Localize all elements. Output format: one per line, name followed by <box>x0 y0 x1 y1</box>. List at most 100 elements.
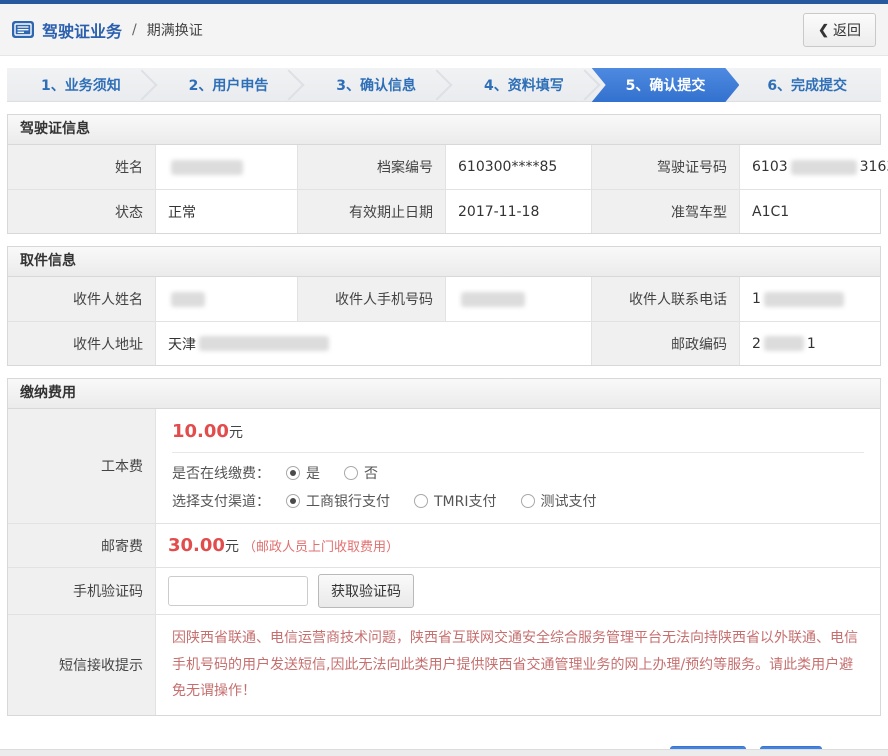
license-no-suffix: 3163X <box>860 159 888 175</box>
channel-test-option[interactable]: 测试支付 <box>521 491 597 511</box>
channel-icbc-label: 工商银行支付 <box>306 491 390 511</box>
pickup-row-1: 收件人姓名 收件人手机号码 收件人联系电话 1 <box>8 277 880 321</box>
online-payment-question: 是否在线缴费： 是 否 <box>172 463 864 483</box>
bottom-scrollbar-strip <box>0 749 888 756</box>
sms-tip-row: 短信接收提示 因陕西省联通、电信运营商技术问题，陕西省互联网交通安全综合服务管理… <box>8 614 880 715</box>
fee-divider <box>172 452 864 453</box>
breadcrumb-separator: / <box>132 22 137 38</box>
work-fee-content: 10.00元 是否在线缴费： 是 否 选择支付渠道： <box>156 409 880 523</box>
recipient-address-prefix: 天津 <box>168 334 196 354</box>
channel-tmri-option[interactable]: TMRI支付 <box>414 491 497 511</box>
name-value <box>156 145 298 189</box>
license-no-label: 驾驶证号码 <box>592 145 740 189</box>
back-button-label: 返回 <box>833 20 861 40</box>
work-fee-unit: 元 <box>229 425 243 441</box>
radio-unchecked-icon[interactable] <box>344 466 358 480</box>
vehicle-class-value: A1C1 <box>740 189 880 233</box>
sms-tip-text: 因陕西省联通、电信运营商技术问题，陕西省互联网交通安全综合服务管理平台无法向持陕… <box>156 614 880 715</box>
expiry-label: 有效期止日期 <box>298 189 446 233</box>
step-1-business-notice[interactable]: 1、业务须知 <box>7 68 155 102</box>
postcode-value: 21 <box>740 321 880 365</box>
payment-channel-question: 选择支付渠道： 工商银行支付 TMRI支付 测试支付 <box>172 491 864 511</box>
channel-test-label: 测试支付 <box>541 491 597 511</box>
back-button[interactable]: ❮ 返回 <box>803 13 876 47</box>
step-label: 2、用户申告 <box>189 75 269 95</box>
post-fee-label: 邮寄费 <box>8 523 156 567</box>
vehicle-class-label: 准驾车型 <box>592 189 740 233</box>
sms-code-input[interactable] <box>168 576 308 606</box>
redacted-name <box>171 160 243 175</box>
sms-code-content: 获取验证码 <box>156 567 880 614</box>
postcode-prefix: 2 <box>752 336 761 352</box>
license-no-prefix: 6103 <box>752 159 788 175</box>
work-fee-amount-line: 10.00元 <box>172 421 864 442</box>
step-2-user-declaration[interactable]: 2、用户申告 <box>155 68 303 102</box>
post-fee-amount: 30.00 <box>168 535 225 556</box>
license-row-1: 姓名 档案编号 610300****85 驾驶证号码 61033163X <box>8 145 880 189</box>
fees-section-title: 缴纳费用 <box>8 379 880 409</box>
postcode-suffix: 1 <box>807 336 816 352</box>
fees-section: 缴纳费用 工本费 10.00元 是否在线缴费： 是 否 <box>7 378 881 716</box>
step-3-confirm-info[interactable]: 3、确认信息 <box>302 68 450 102</box>
back-chevron-icon: ❮ <box>818 22 829 38</box>
work-fee-label: 工本费 <box>8 409 156 523</box>
get-code-button[interactable]: 获取验证码 <box>318 574 414 608</box>
pickup-row-2: 收件人地址 天津 邮政编码 21 <box>8 321 880 365</box>
radio-checked-icon[interactable] <box>286 494 300 508</box>
step-6-complete-submit[interactable]: 6、完成提交 <box>733 68 881 102</box>
status-value: 正常 <box>156 189 298 233</box>
file-no-value: 610300****85 <box>446 145 592 189</box>
recipient-address-label: 收件人地址 <box>8 321 156 365</box>
post-fee-note: （邮政人员上门收取费用） <box>243 536 399 555</box>
radio-unchecked-icon[interactable] <box>521 494 535 508</box>
online-no-label: 否 <box>364 463 378 483</box>
pickup-section-title: 取件信息 <box>8 247 880 277</box>
step-label: 1、业务须知 <box>41 75 121 95</box>
sms-tip-label: 短信接收提示 <box>8 614 156 715</box>
step-wizard: 1、业务须知 2、用户申告 3、确认信息 4、资料填写 5、确认提交 6、完成提… <box>7 68 881 102</box>
license-info-section: 驾驶证信息 姓名 档案编号 610300****85 驾驶证号码 6103316… <box>7 114 881 234</box>
recipient-phone-label: 收件人联系电话 <box>592 277 740 321</box>
breadcrumb: 驾驶证业务 / 期满换证 <box>12 18 803 42</box>
radio-unchecked-icon[interactable] <box>414 494 428 508</box>
license-section-title: 驾驶证信息 <box>8 115 880 145</box>
post-fee-row: 邮寄费 30.00元 （邮政人员上门收取费用） <box>8 523 880 567</box>
online-yes-label: 是 <box>306 463 320 483</box>
post-fee-unit: 元 <box>225 536 239 556</box>
recipient-mobile-label: 收件人手机号码 <box>298 277 446 321</box>
redacted-recipient-name <box>171 292 205 307</box>
recipient-phone-value: 1 <box>740 277 880 321</box>
sms-code-row: 手机验证码 获取验证码 <box>8 567 880 614</box>
postcode-label: 邮政编码 <box>592 321 740 365</box>
name-label: 姓名 <box>8 145 156 189</box>
page: 驾驶证业务 / 期满换证 ❮ 返回 1、业务须知 2、用户申告 3、确认信息 4… <box>0 0 888 756</box>
redacted-license-no <box>791 160 857 175</box>
recipient-address-value: 天津 <box>156 321 592 365</box>
header: 驾驶证业务 / 期满换证 ❮ 返回 <box>0 4 888 56</box>
license-card-icon <box>12 21 34 38</box>
license-row-2: 状态 正常 有效期止日期 2017-11-18 准驾车型 A1C1 <box>8 189 880 233</box>
online-yes-option[interactable]: 是 <box>286 463 320 483</box>
step-4-fill-data[interactable]: 4、资料填写 <box>450 68 598 102</box>
step-5-confirm-submit-active[interactable]: 5、确认提交 <box>592 68 740 102</box>
work-fee-row: 工本费 10.00元 是否在线缴费： 是 否 <box>8 409 880 523</box>
post-fee-content: 30.00元 （邮政人员上门收取费用） <box>156 523 880 567</box>
online-no-option[interactable]: 否 <box>344 463 378 483</box>
sms-code-label: 手机验证码 <box>8 567 156 614</box>
pickup-info-section: 取件信息 收件人姓名 收件人手机号码 收件人联系电话 1 收件人地址 天津 邮政… <box>7 246 881 366</box>
redacted-recipient-mobile <box>461 292 525 307</box>
work-fee-amount: 10.00 <box>172 421 229 442</box>
redacted-recipient-address <box>199 336 329 351</box>
file-no-label: 档案编号 <box>298 145 446 189</box>
expiry-value: 2017-11-18 <box>446 189 592 233</box>
channel-icbc-option[interactable]: 工商银行支付 <box>286 491 390 511</box>
step-label: 6、完成提交 <box>767 75 847 95</box>
step-label: 5、确认提交 <box>626 75 706 95</box>
recipient-phone-prefix: 1 <box>752 291 761 307</box>
recipient-name-value <box>156 277 298 321</box>
recipient-mobile-value <box>446 277 592 321</box>
step-label: 3、确认信息 <box>336 75 416 95</box>
license-no-value: 6103 3163X <box>740 145 888 189</box>
radio-checked-icon[interactable] <box>286 466 300 480</box>
channel-tmri-label: TMRI支付 <box>434 491 497 511</box>
